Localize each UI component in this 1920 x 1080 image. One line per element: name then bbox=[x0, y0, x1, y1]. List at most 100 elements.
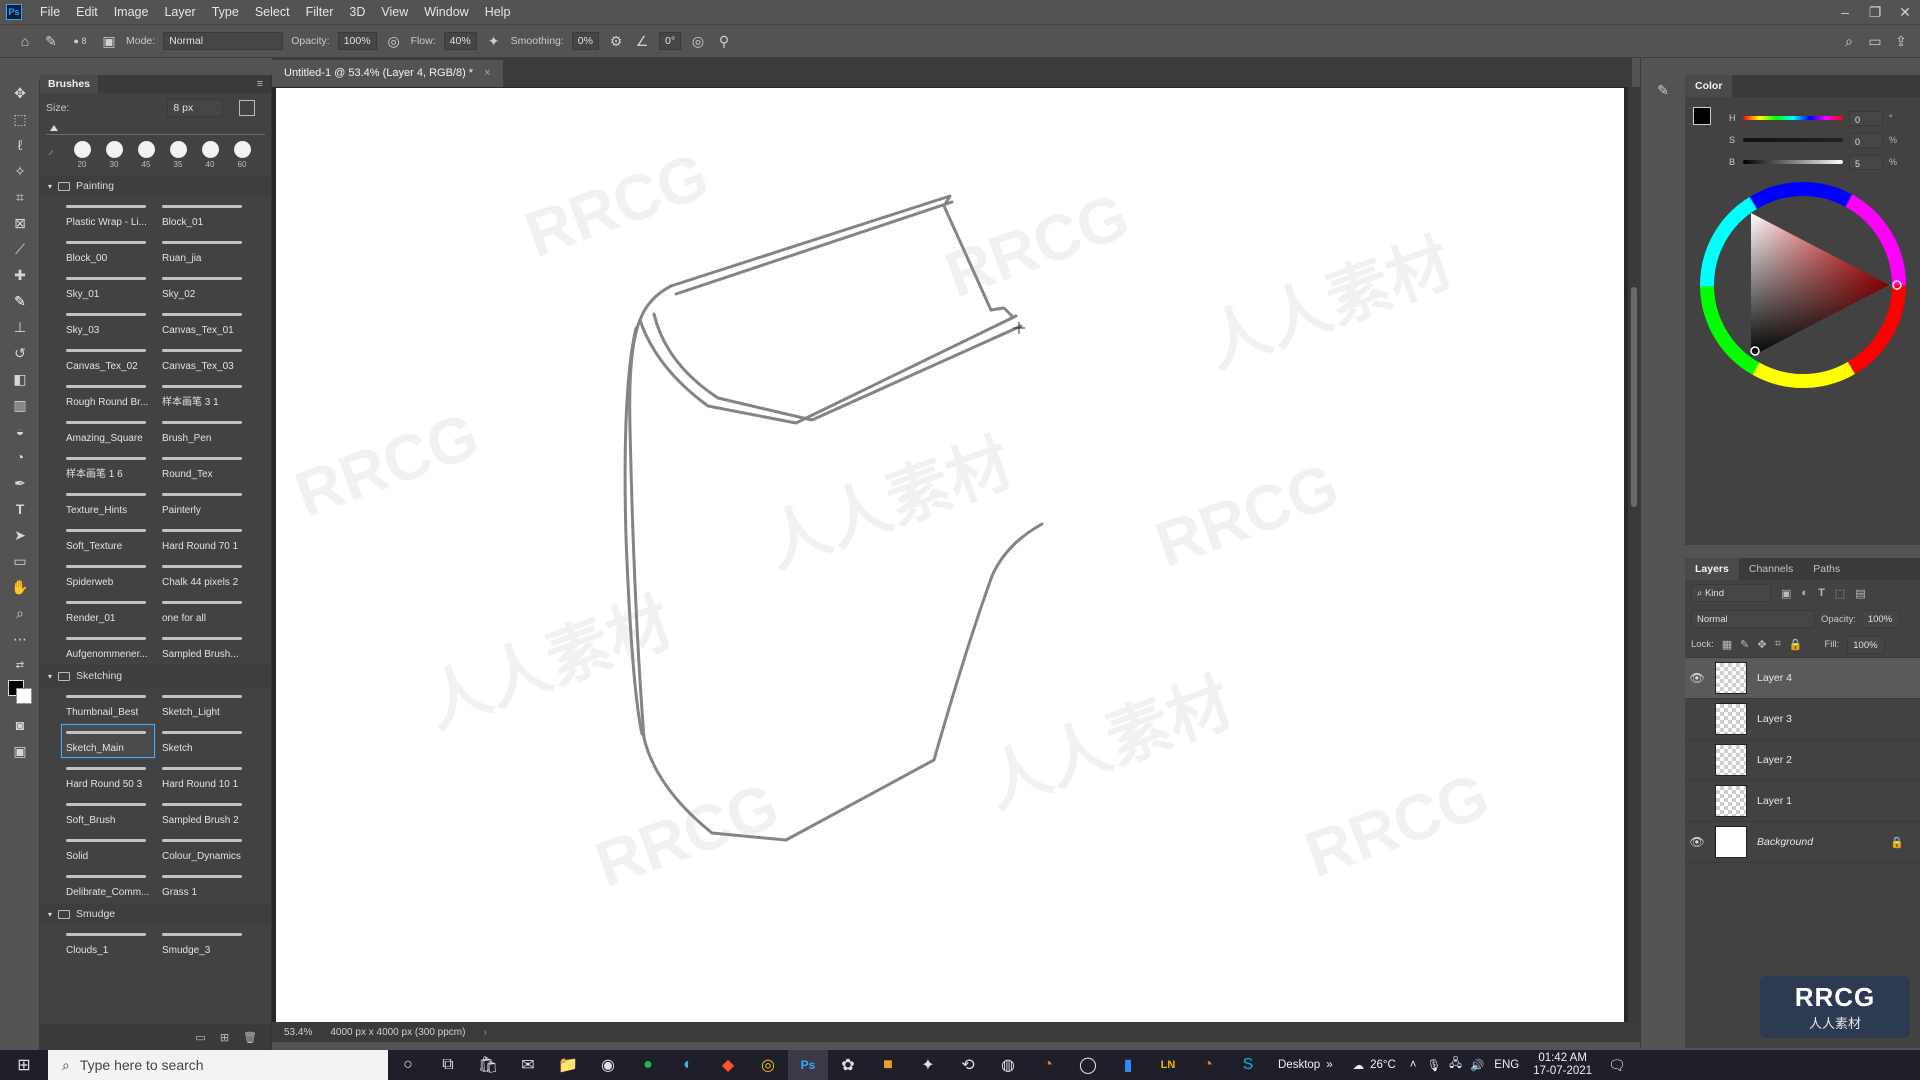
brush-tip[interactable]: 45 bbox=[132, 141, 160, 169]
tab-channels[interactable]: Channels bbox=[1739, 558, 1803, 580]
brush-preset[interactable]: Sampled Brush... bbox=[156, 629, 252, 665]
brush-tool-icon[interactable]: ✎ bbox=[0, 288, 40, 314]
brush-size-slider-handle[interactable] bbox=[50, 125, 58, 131]
menu-file[interactable]: File bbox=[32, 0, 68, 24]
app-icon[interactable]: ◍ bbox=[988, 1050, 1028, 1080]
restore-button[interactable]: ❐ bbox=[1860, 4, 1890, 21]
brush-preset[interactable]: Sky_02 bbox=[156, 269, 252, 305]
blender-icon[interactable]: ◔ bbox=[1028, 1050, 1068, 1080]
brush-group-smudge[interactable]: ▾ Smudge bbox=[40, 903, 271, 925]
new-group-icon[interactable]: ▭ bbox=[195, 1031, 205, 1044]
pressure-size-icon[interactable]: ◎ bbox=[689, 33, 707, 50]
brush-preset[interactable]: Soft_Texture bbox=[60, 521, 156, 557]
brush-tip[interactable]: 30 bbox=[100, 141, 128, 169]
eye-icon[interactable]: 👁 bbox=[1685, 835, 1709, 849]
edge-icon[interactable]: ◐ bbox=[668, 1050, 708, 1080]
brightness-input[interactable]: 5 bbox=[1849, 154, 1883, 170]
brush-preset[interactable]: one for all bbox=[156, 593, 252, 629]
lock-transparent-icon[interactable]: ▦ bbox=[1722, 638, 1732, 651]
menu-3d[interactable]: 3D bbox=[341, 0, 373, 24]
brush-preset[interactable]: Thumbnail_Best bbox=[60, 687, 156, 723]
flow-input[interactable]: 40% bbox=[443, 32, 477, 50]
brush-preset[interactable]: Painterly bbox=[156, 485, 252, 521]
swap-colors-icon[interactable]: ⇄ bbox=[0, 652, 40, 678]
lock-artboard-icon[interactable]: ⌗ bbox=[1775, 638, 1781, 651]
type-tool-icon[interactable]: T bbox=[0, 496, 40, 522]
brush-tip[interactable]: 60 bbox=[228, 141, 256, 169]
mode-select[interactable]: Normal bbox=[163, 32, 284, 50]
document-tab[interactable]: Untitled-1 @ 53.4% (Layer 4, RGB/8) * × bbox=[272, 60, 503, 87]
store-icon[interactable]: 🛍 bbox=[468, 1050, 508, 1080]
layer-row[interactable]: Layer 1 bbox=[1685, 781, 1920, 822]
brush-group-painting[interactable]: ▾ Painting bbox=[40, 175, 271, 197]
layer-row[interactable]: 👁 Background 🔒 bbox=[1685, 822, 1920, 863]
brush-tip[interactable]: 20 bbox=[68, 141, 96, 169]
crop-tool-icon[interactable]: ⌗ bbox=[0, 184, 40, 210]
brush-preset[interactable]: Solid bbox=[60, 831, 156, 867]
filter-shape-icon[interactable]: ⬚ bbox=[1835, 587, 1845, 600]
gear-icon[interactable]: ⚙ bbox=[607, 33, 625, 50]
saturation-slider[interactable] bbox=[1743, 138, 1843, 142]
share-icon[interactable]: ⇪ bbox=[1892, 33, 1910, 50]
mail-icon[interactable]: ✉ bbox=[508, 1050, 548, 1080]
brush-size-slider[interactable] bbox=[46, 125, 265, 135]
brush-preset[interactable]: Spiderweb bbox=[60, 557, 156, 593]
path-selection-tool-icon[interactable]: ➤ bbox=[0, 522, 40, 548]
clock[interactable]: 01:42 AM 17-07-2021 bbox=[1533, 1052, 1592, 1078]
marquee-tool-icon[interactable]: ⬚ bbox=[0, 106, 40, 132]
tab-layers[interactable]: Layers bbox=[1685, 558, 1739, 580]
trash-icon[interactable]: 🗑 bbox=[243, 1031, 257, 1044]
brush-group-sketching[interactable]: ▾ Sketching bbox=[40, 665, 271, 687]
blend-mode-select[interactable]: Normal bbox=[1691, 610, 1815, 628]
filter-smart-object-icon[interactable]: ▤ bbox=[1855, 587, 1865, 600]
rectangle-tool-icon[interactable]: ▭ bbox=[0, 548, 40, 574]
background-color-swatch[interactable] bbox=[16, 688, 32, 704]
brush-preset[interactable]: Hard Round 50 3 bbox=[60, 759, 156, 795]
zoom-level[interactable]: 53.4% bbox=[284, 1027, 312, 1038]
brush-preset[interactable]: Canvas_Tex_02 bbox=[60, 341, 156, 377]
recent-brush-icon[interactable]: ⸝ bbox=[48, 141, 64, 158]
chevron-up-icon[interactable]: ˄ bbox=[1410, 1059, 1417, 1071]
brush-tip[interactable]: 40 bbox=[196, 141, 224, 169]
layer-row[interactable]: Layer 2 bbox=[1685, 740, 1920, 781]
brush-preset[interactable]: Block_00 bbox=[60, 233, 156, 269]
brush-preset[interactable]: Sketch_Light bbox=[156, 687, 252, 723]
close-window-button[interactable]: ✕ bbox=[1890, 4, 1920, 21]
magic-wand-tool-icon[interactable]: ✧ bbox=[0, 158, 40, 184]
brave-icon[interactable]: ◆ bbox=[708, 1050, 748, 1080]
chrome-icon[interactable]: ◎ bbox=[748, 1050, 788, 1080]
brush-preset-picker[interactable]: ● 8 bbox=[68, 36, 92, 46]
brush-preset[interactable]: Plastic Wrap - Li... bbox=[60, 197, 156, 233]
color-swatches[interactable] bbox=[0, 678, 39, 712]
brush-preset[interactable]: Chalk 44 pixels 2 bbox=[156, 557, 252, 593]
discord-icon[interactable]: ◉ bbox=[588, 1050, 628, 1080]
angle-input[interactable]: 0° bbox=[658, 32, 682, 50]
menu-help[interactable]: Help bbox=[477, 0, 519, 24]
layer-row[interactable]: Layer 3 bbox=[1685, 699, 1920, 740]
brush-preset[interactable]: Sampled Brush 2 bbox=[156, 795, 252, 831]
menu-layer[interactable]: Layer bbox=[156, 0, 203, 24]
cortana-icon[interactable]: ○ bbox=[388, 1050, 428, 1080]
brush-preset[interactable]: Rough Round Br... bbox=[60, 377, 156, 413]
menu-view[interactable]: View bbox=[373, 0, 416, 24]
scrollbar-thumb[interactable] bbox=[1631, 287, 1637, 507]
filter-type-icon[interactable]: T bbox=[1818, 587, 1825, 599]
saturation-input[interactable]: 0 bbox=[1849, 132, 1883, 148]
lasso-tool-icon[interactable]: ℓ bbox=[0, 132, 40, 158]
language-indicator[interactable]: ENG bbox=[1494, 1059, 1519, 1071]
task-view-icon[interactable]: ⧉ bbox=[428, 1050, 468, 1080]
brush-tool-preset-icon[interactable]: ✎ bbox=[42, 33, 60, 50]
brush-preset[interactable]: Delibrate_Comm... bbox=[60, 867, 156, 903]
brush-preset[interactable]: Aufgenommener... bbox=[60, 629, 156, 665]
app-icon[interactable]: ✦ bbox=[908, 1050, 948, 1080]
hue-input[interactable]: 0 bbox=[1849, 110, 1883, 126]
menu-select[interactable]: Select bbox=[247, 0, 298, 24]
menu-type[interactable]: Type bbox=[204, 0, 247, 24]
stamp-tool-icon[interactable]: ⊥ bbox=[0, 314, 40, 340]
panel-menu-icon[interactable]: ≡ bbox=[257, 75, 263, 93]
brush-preset-selected[interactable]: Sketch_Main bbox=[60, 723, 156, 759]
brush-preset[interactable]: 样本画笔 1 6 bbox=[60, 449, 156, 485]
lock-position-icon[interactable]: ✥ bbox=[1757, 638, 1766, 651]
temperature[interactable]: 26°C bbox=[1370, 1059, 1396, 1071]
document-canvas[interactable]: RRCG RRCG RRCG RRCG RRCG RRCG 人人素材 人人素材 … bbox=[276, 88, 1624, 1022]
